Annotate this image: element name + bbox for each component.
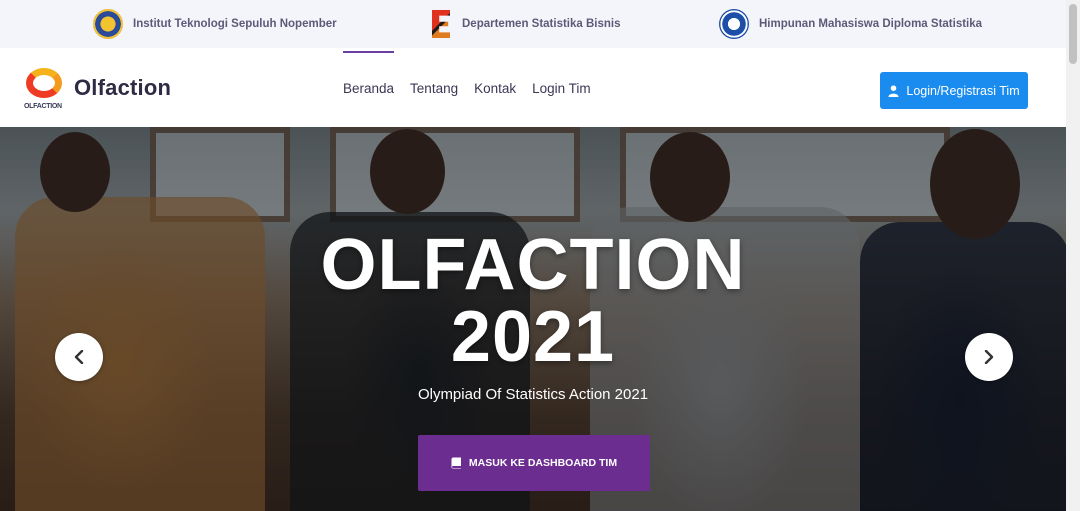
affiliation-its-label: Institut Teknologi Sepuluh Nopember (133, 18, 337, 30)
brand-name: Olfaction (74, 75, 172, 100)
chevron-left-icon (74, 350, 84, 364)
nav-link-beranda[interactable]: Beranda (343, 48, 395, 127)
hero-title: OLFACTION (320, 225, 746, 305)
login-registrasi-button[interactable]: Login/Registrasi Tim (880, 72, 1028, 109)
carousel-next-button[interactable] (965, 333, 1013, 381)
user-icon (888, 84, 899, 97)
dashboard-button-label: MASUK KE DASHBOARD TIM (468, 457, 618, 469)
nav-link-tentang[interactable]: Tentang (410, 48, 458, 127)
brand-logo[interactable]: OLFACTION Olfaction (24, 66, 171, 110)
hero-subtitle: Olympiad Of Statistics Action 2021 (417, 386, 649, 403)
carousel-prev-button[interactable] (55, 333, 103, 381)
login-registrasi-label: Login/Registrasi Tim (906, 83, 1020, 98)
affiliation-bar: Institut Teknologi Sepuluh Nopember Depa… (0, 0, 1066, 48)
affiliation-departemen-label: Departemen Statistika Bisnis (462, 18, 621, 30)
nav-link-login-tim[interactable]: Login Tim (532, 48, 591, 127)
hero-title-year: 2021 (450, 297, 616, 377)
himpunan-logo-icon (719, 9, 749, 39)
main-navbar: OLFACTION Olfaction Beranda Tentang Kont… (0, 48, 1066, 127)
book-icon (451, 457, 461, 469)
page-scrollbar[interactable] (1066, 0, 1080, 511)
affiliation-himpunan-label: Himpunan Mahasiswa Diploma Statistika (759, 18, 983, 30)
dashboard-button[interactable]: MASUK KE DASHBOARD TIM (418, 435, 650, 491)
nav-links: Beranda Tentang Kontak Login Tim (343, 48, 591, 127)
hero-carousel: OLFACTION 2021 Olympiad Of Statistics Ac… (0, 127, 1066, 511)
brand-sub-label: OLFACTION (24, 103, 62, 110)
affiliation-departemen[interactable]: Departemen Statistika Bisnis (430, 8, 621, 40)
nav-link-kontak[interactable]: Kontak (474, 48, 516, 127)
affiliation-himpunan[interactable]: Himpunan Mahasiswa Diploma Statistika (719, 8, 982, 40)
departemen-logo-icon (430, 8, 452, 40)
chevron-right-icon (984, 350, 994, 364)
affiliation-its[interactable]: Institut Teknologi Sepuluh Nopember (93, 8, 337, 40)
olfaction-logo-icon: OLFACTION (24, 66, 68, 110)
scrollbar-thumb[interactable] (1069, 4, 1077, 64)
its-logo-icon (93, 9, 123, 39)
